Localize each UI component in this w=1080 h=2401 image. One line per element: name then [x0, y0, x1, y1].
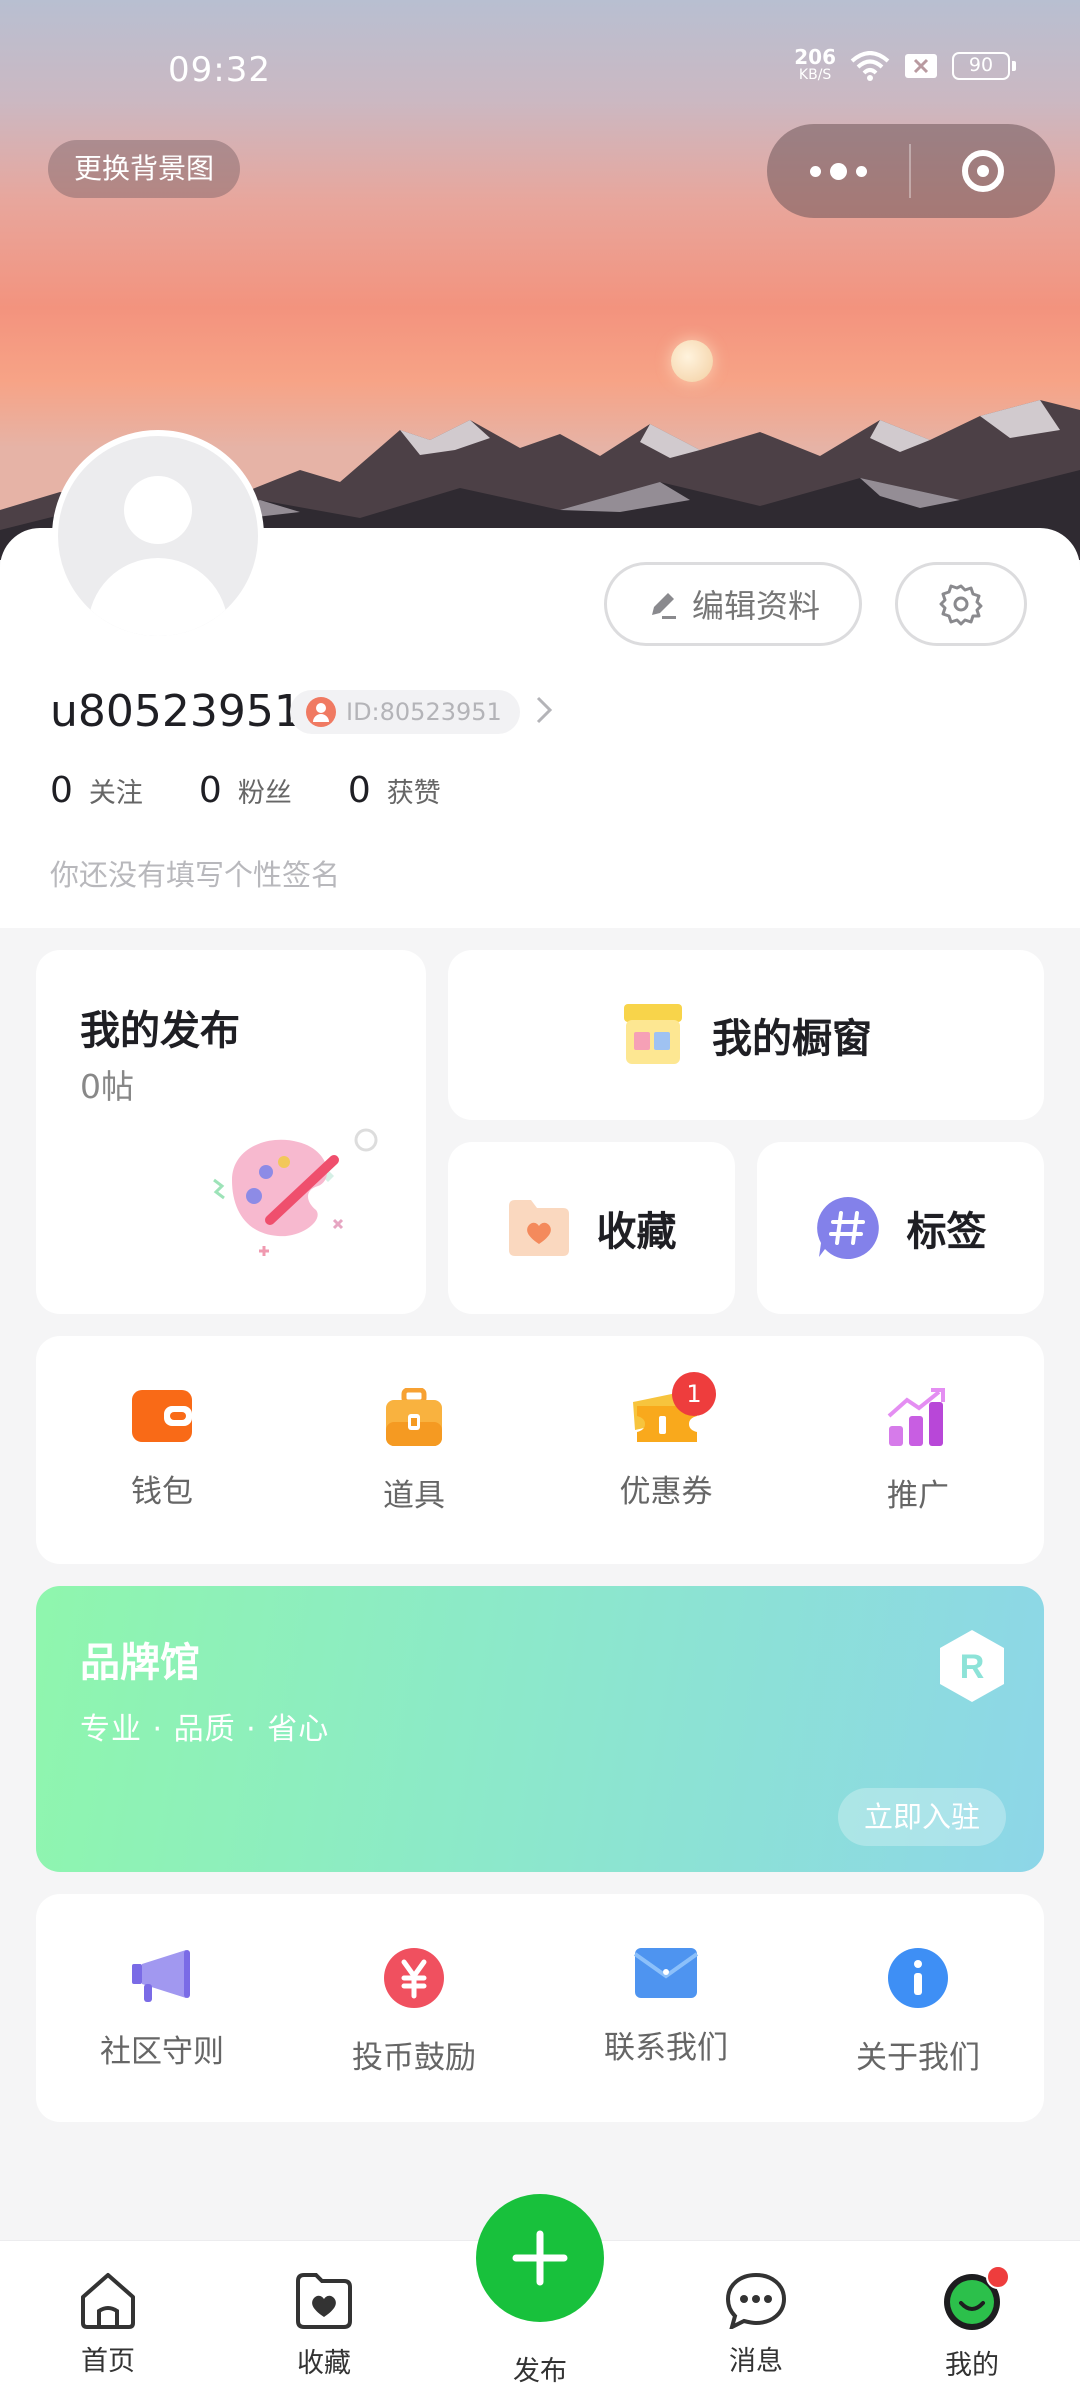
chevron-right-icon[interactable]: [534, 694, 554, 726]
stat-followers[interactable]: 0 粉丝: [199, 770, 292, 811]
tab-me[interactable]: 我的: [864, 2241, 1080, 2401]
wallet-icon: [132, 1390, 192, 1442]
message-icon: [725, 2272, 787, 2329]
contact-us-button[interactable]: 联系我们: [540, 1894, 792, 2122]
my-posts-title: 我的发布: [80, 1008, 240, 1054]
plus-icon: [512, 2230, 568, 2286]
no-sim-icon: [905, 54, 937, 78]
user-icon: [306, 697, 336, 727]
about-card: 社区守则 投币鼓励 联系我们 关于我们: [36, 1894, 1044, 2122]
publish-button[interactable]: [476, 2194, 604, 2322]
wifi-icon: [850, 51, 890, 81]
home-icon: [81, 2273, 135, 2329]
target-icon: [962, 150, 1004, 192]
favorites-tab-icon: [296, 2273, 352, 2329]
tab-home[interactable]: 首页: [0, 2241, 216, 2401]
brand-logo-icon: R: [940, 1630, 1004, 1702]
info-icon: [888, 1948, 948, 2008]
stat-likes[interactable]: 0 获赞: [348, 770, 441, 811]
hashtag-icon: [816, 1197, 879, 1259]
status-time: 09:32: [168, 50, 271, 90]
svg-text:R: R: [960, 1648, 985, 1686]
avatar[interactable]: [52, 430, 264, 642]
about-us-button[interactable]: 关于我们: [792, 1894, 1044, 2122]
promotion-button[interactable]: 推广: [792, 1336, 1044, 1564]
username: u80523951: [50, 686, 302, 737]
brand-hall-subtitle: 专业 · 品质 · 省心: [80, 1712, 330, 1747]
storefront-icon: [624, 1004, 682, 1064]
tab-messages[interactable]: 消息: [648, 2241, 864, 2401]
stat-following[interactable]: 0 关注: [50, 770, 143, 811]
change-background-button[interactable]: 更换背景图: [48, 140, 241, 198]
gear-icon: [939, 584, 983, 626]
coupon-button[interactable]: 1 优惠券: [540, 1336, 792, 1564]
promotion-icon: [887, 1388, 945, 1446]
my-posts-count: 0帖: [80, 1067, 134, 1106]
tools-card: 钱包 道具 1 优惠券 推广: [36, 1336, 1044, 1564]
settings-button[interactable]: [895, 562, 1027, 646]
miniapp-capsule: [767, 124, 1055, 218]
edit-profile-button[interactable]: 编辑资料: [604, 562, 862, 646]
more-menu-button[interactable]: [767, 162, 909, 180]
community-rules-button[interactable]: 社区守则: [36, 1894, 288, 2122]
props-icon: [386, 1388, 442, 1446]
coin-encourage-button[interactable]: 投币鼓励: [288, 1894, 540, 2122]
props-button[interactable]: 道具: [288, 1336, 540, 1564]
join-now-button[interactable]: 立即入驻: [837, 1788, 1006, 1846]
user-id-badge[interactable]: ID:80523951: [290, 690, 520, 734]
brand-hall-title: 品牌馆: [80, 1640, 200, 1686]
battery-indicator: 90: [952, 52, 1016, 80]
paint-palette-icon: [213, 1128, 378, 1256]
wallet-button[interactable]: 钱包: [36, 1336, 288, 1564]
pencil-icon: [651, 593, 676, 619]
tags-card[interactable]: 标签: [757, 1142, 1044, 1314]
my-shop-card[interactable]: 我的橱窗: [448, 950, 1044, 1120]
my-posts-card[interactable]: 我的发布 0帖: [36, 950, 426, 1314]
profile-stats: 0 关注 0 粉丝 0 获赞: [50, 770, 441, 811]
status-icons: 206 KB/S 90: [794, 45, 1016, 84]
tab-favorites[interactable]: 收藏: [216, 2241, 432, 2401]
yuan-coin-icon: [384, 1948, 444, 2008]
favorites-card[interactable]: 收藏: [448, 1142, 735, 1314]
notification-dot: [986, 2265, 1010, 2289]
megaphone-icon: [132, 1950, 190, 2002]
brand-hall-banner[interactable]: 品牌馆 专业 · 品质 · 省心 R 立即入驻: [36, 1586, 1044, 1872]
signature-text[interactable]: 你还没有填写个性签名: [50, 852, 340, 894]
coupon-badge: 1: [672, 1372, 716, 1416]
network-speed: 206 KB/S: [794, 45, 836, 83]
envelope-icon: [633, 1948, 699, 1998]
heart-folder-icon: [508, 1200, 569, 1256]
close-miniapp-button[interactable]: [911, 150, 1055, 192]
